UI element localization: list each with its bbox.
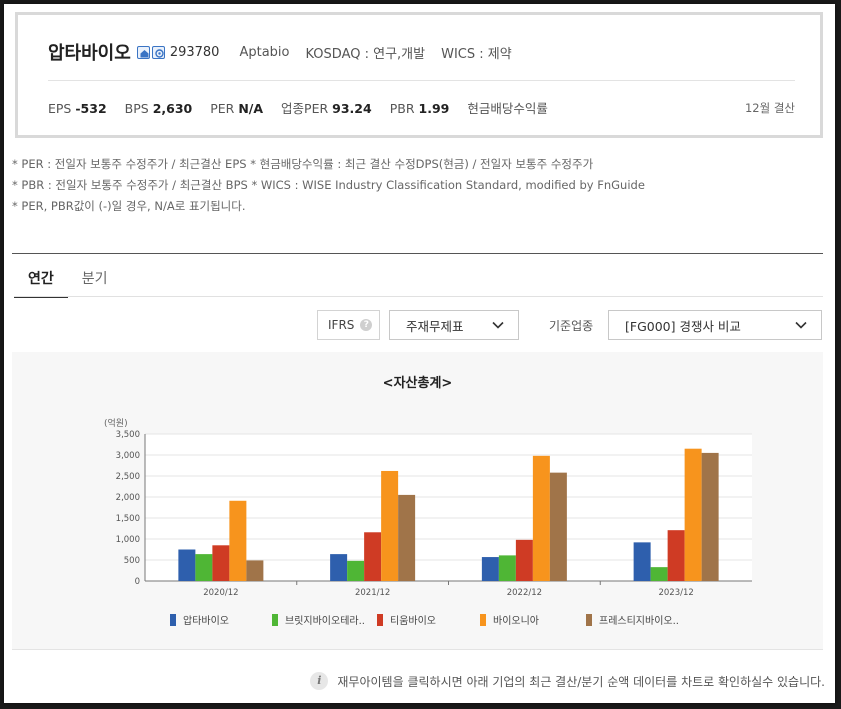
section-divider [12, 253, 823, 254]
bar [195, 554, 213, 581]
y-tick-label: 0 [135, 577, 140, 587]
legend-label: 바이오니아 [493, 615, 539, 627]
ratio-industry-per: 업종PER 93.24 [281, 101, 372, 116]
company-english-name: Aptabio [239, 44, 290, 60]
bar [347, 560, 365, 581]
note-line: * PBR : 전일자 보통주 수정주가 / 최근결산 BPS * WICS :… [12, 178, 645, 192]
filter-row: IFRS ? 주재무제표 기준업종 [FG000] 경쟁사 비교 [4, 310, 835, 340]
bar [633, 542, 651, 581]
legend-swatch [272, 614, 278, 626]
bar [701, 452, 719, 581]
home-icon[interactable] [136, 45, 150, 59]
market-sector: KOSDAQ : 연구,개발 [305, 46, 426, 62]
help-icon[interactable]: ? [360, 319, 373, 331]
fiscal-month: 12월 결산 [744, 101, 795, 115]
company-title-row: 압타바이오 293780 Aptabio KOSDAQ : 연구,개발 WICS… [48, 39, 528, 65]
bar [684, 448, 702, 581]
x-tick-label: 2021/12 [355, 588, 390, 598]
total-assets-chart: 0 500 1,000 1,500 2,000 2,500 3,000 3,500(억원) 20… [104, 417, 752, 627]
industry-select[interactable]: [FG000] 경쟁사 비교 [608, 310, 822, 340]
ifrs-label: IFRS [328, 318, 355, 332]
ratio-row: EPS -532 BPS 2,630 PER N/A 업종PER 93.24 P… [48, 98, 566, 117]
wics-sector: WICS : 제약 [441, 46, 512, 62]
ratio-pbr: PBR 1.99 [389, 101, 450, 116]
bar [381, 470, 399, 581]
bar [178, 549, 196, 581]
y-tick-label: 3,000 [116, 451, 140, 461]
y-tick-label: 2,000 [116, 493, 140, 503]
tab-quarterly[interactable]: 분기 [68, 262, 122, 298]
x-tick-label: 2022/12 [507, 588, 542, 598]
window-frame: 압타바이오 293780 Aptabio KOSDAQ : 연구,개발 WICS… [4, 4, 835, 703]
tabs-divider [14, 296, 823, 297]
summary-divider [48, 80, 795, 81]
info-icon: i [310, 672, 329, 690]
y-tick-label: 1,500 [116, 514, 140, 524]
company-name: 압타바이오 [48, 43, 131, 64]
bar [330, 554, 348, 581]
chevron-down-icon [492, 321, 504, 329]
statement-type-select[interactable]: 주재무제표 [389, 310, 519, 340]
bar [650, 567, 668, 581]
x-tick-label: 2020/12 [203, 588, 238, 598]
note-line: * PER, PBR값이 (-)일 경우, N/A로 표기됩니다. [12, 199, 246, 213]
note-line: * PER : 전일자 보통주 수정주가 / 최근결산 EPS * 현금배당수익… [12, 157, 594, 171]
notes-section: * PER : 전일자 보통주 수정주가 / 최근결산 EPS * 현금배당수익… [12, 154, 645, 217]
industry-label: 기준업종 [549, 319, 594, 333]
legend-label: 티움바이오 [390, 615, 436, 627]
bar [667, 530, 685, 581]
ratio-eps: EPS -532 [48, 101, 107, 116]
x-tick-label: 2023/12 [658, 588, 693, 598]
legend-label: 브릿지바이오테라.. [285, 615, 365, 627]
legend-swatch [170, 614, 176, 626]
y-axis-label: (억원) [104, 417, 128, 429]
ratio-dividend-yield: 현금배당수익률 [467, 101, 548, 116]
bar [549, 472, 567, 581]
bar [532, 455, 550, 581]
ir-icon[interactable] [151, 45, 165, 59]
industry-value: [FG000] 경쟁사 비교 [625, 318, 741, 334]
tab-annual[interactable]: 연간 [14, 262, 68, 298]
legend-label: 프레스티지바이오.. [599, 615, 679, 627]
bar [246, 560, 264, 581]
info-message: i 재무아이템을 클릭하시면 아래 기업의 최근 결산/분기 순액 데이터를 차… [310, 672, 825, 690]
bar [481, 557, 499, 581]
bar [398, 494, 416, 581]
y-tick-label: 500 [124, 556, 140, 566]
ratio-bps: BPS 2,630 [124, 101, 193, 116]
bar [212, 545, 230, 581]
stock-code: 293780 [169, 44, 220, 60]
bar [515, 539, 533, 581]
y-tick-label: 2,500 [116, 472, 140, 482]
legend-swatch [377, 614, 383, 626]
ratio-per: PER N/A [210, 101, 264, 116]
y-tick-label: 1,000 [116, 535, 140, 545]
period-tabs: 연간 분기 [14, 262, 122, 298]
y-tick-label: 3,500 [116, 430, 140, 440]
chevron-down-icon [795, 321, 807, 329]
company-summary-box: 압타바이오 293780 Aptabio KOSDAQ : 연구,개발 WICS… [15, 12, 823, 138]
bar [229, 500, 247, 581]
legend-label: 압타바이오 [183, 614, 229, 627]
bar [498, 555, 516, 581]
chart-panel: <자산총계> 0 500 1,000 1,500 2,000 2,500 3,000 3,50… [12, 352, 823, 650]
statement-type-value: 주재무제표 [406, 318, 464, 334]
ifrs-label-box: IFRS ? [317, 310, 380, 340]
legend-swatch [480, 614, 486, 626]
legend-swatch [586, 614, 592, 626]
info-text: 재무아이템을 클릭하시면 아래 기업의 최근 결산/분기 순액 데이터를 차트로… [337, 674, 825, 689]
bar [364, 532, 382, 581]
